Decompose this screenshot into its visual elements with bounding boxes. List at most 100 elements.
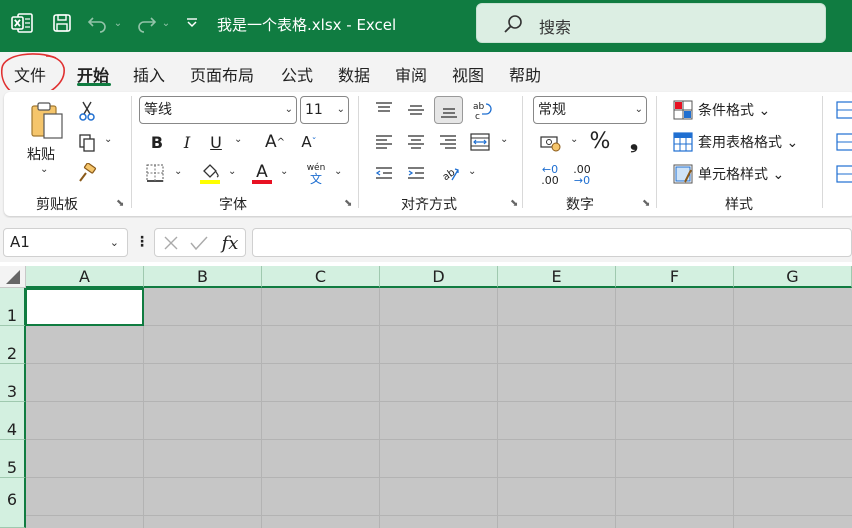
paste-button[interactable]: 粘贴: [27, 144, 55, 164]
confirm-entry-icon[interactable]: [189, 233, 209, 253]
accounting-format-icon[interactable]: [538, 132, 564, 154]
font-name-select[interactable]: 等线 ⌄: [139, 96, 297, 124]
column-header-a[interactable]: A: [26, 266, 144, 288]
font-launcher-icon[interactable]: ⬊: [344, 198, 352, 209]
increase-decimal-icon[interactable]: ←0 .00: [536, 162, 564, 188]
align-left-icon[interactable]: [372, 130, 396, 154]
align-top-icon[interactable]: [372, 98, 396, 122]
alignment-launcher-icon[interactable]: ⬊: [510, 198, 518, 209]
tab-insert[interactable]: 插入: [133, 62, 165, 86]
increase-indent-icon[interactable]: [404, 162, 428, 186]
align-middle-icon[interactable]: [404, 98, 428, 122]
orientation-dropdown-icon[interactable]: ⌄: [468, 166, 476, 177]
align-bottom-icon[interactable]: [434, 96, 463, 124]
tab-file[interactable]: 文件: [14, 62, 46, 86]
formula-buttons: fx: [154, 228, 246, 257]
chevron-down-icon: ⌄: [634, 104, 643, 115]
column-header-g[interactable]: G: [734, 266, 852, 288]
copy-icon[interactable]: [76, 132, 98, 154]
tab-help[interactable]: 帮助: [509, 62, 541, 86]
insert-cells-icon[interactable]: [836, 99, 852, 121]
formula-input[interactable]: [252, 228, 852, 257]
column-header-b[interactable]: B: [144, 266, 262, 288]
format-as-table-icon[interactable]: [672, 131, 694, 153]
delete-cells-icon[interactable]: [836, 131, 852, 153]
format-cells-icon[interactable]: [836, 163, 852, 185]
italic-icon[interactable]: I: [176, 131, 198, 153]
decrease-indent-icon[interactable]: [372, 162, 396, 186]
undo-icon[interactable]: [86, 12, 110, 34]
fill-color-dropdown-icon[interactable]: ⌄: [228, 166, 236, 177]
merge-dropdown-icon[interactable]: ⌄: [500, 134, 508, 145]
column-header-c[interactable]: C: [262, 266, 380, 288]
accounting-dropdown-icon[interactable]: ⌄: [570, 134, 578, 145]
tab-view[interactable]: 视图: [452, 62, 484, 86]
format-as-table-button[interactable]: 套用表格格式 ⌄: [698, 132, 798, 152]
cell-styles-icon[interactable]: [672, 163, 694, 185]
paste-dropdown-icon[interactable]: ⌄: [40, 164, 48, 175]
excel-logo-icon: [10, 12, 34, 34]
row-header-6[interactable]: 6: [0, 478, 26, 528]
search-box[interactable]: 搜索: [476, 3, 826, 43]
wrap-text-icon[interactable]: ab c: [470, 98, 494, 122]
merge-center-icon[interactable]: [468, 130, 492, 154]
column-header-e[interactable]: E: [498, 266, 616, 288]
clipboard-launcher-icon[interactable]: ⬊: [116, 198, 124, 209]
decrease-font-size-icon[interactable]: Aˇ: [296, 131, 322, 153]
column-header-f[interactable]: F: [616, 266, 734, 288]
font-size-select[interactable]: 11 ⌄: [300, 96, 349, 124]
row-header-3[interactable]: 3: [0, 364, 26, 402]
align-right-icon[interactable]: [436, 130, 460, 154]
save-icon[interactable]: [50, 12, 74, 34]
redo-icon[interactable]: [134, 12, 158, 34]
align-center-icon[interactable]: [404, 130, 428, 154]
cancel-entry-icon[interactable]: [161, 233, 181, 253]
tab-review[interactable]: 审阅: [395, 62, 427, 86]
phonetic-dropdown-icon[interactable]: ⌄: [334, 166, 342, 177]
font-color-icon[interactable]: A: [250, 160, 274, 186]
tab-formulas[interactable]: 公式: [281, 62, 313, 86]
number-group-label: 数字: [566, 197, 594, 213]
conditional-formatting-icon[interactable]: [672, 99, 694, 121]
tab-page-layout[interactable]: 页面布局: [190, 62, 254, 86]
cut-icon[interactable]: [76, 100, 98, 122]
row-header-2[interactable]: 2: [0, 326, 26, 364]
borders-icon[interactable]: [144, 162, 166, 184]
customize-toolbar-icon[interactable]: [184, 12, 200, 34]
fill-color-icon[interactable]: [198, 160, 222, 186]
redo-dropdown-icon[interactable]: ⌄: [160, 12, 172, 34]
svg-text:ab: ab: [473, 102, 485, 112]
active-cell-a1[interactable]: [25, 288, 144, 326]
active-tab-indicator: [77, 83, 111, 86]
conditional-formatting-button[interactable]: 条件格式 ⌄: [698, 100, 770, 120]
borders-dropdown-icon[interactable]: ⌄: [174, 166, 182, 177]
cell-styles-button[interactable]: 单元格样式 ⌄: [698, 164, 784, 184]
column-header-d[interactable]: D: [380, 266, 498, 288]
bold-icon[interactable]: B: [146, 131, 168, 153]
underline-dropdown-icon[interactable]: ⌄: [234, 134, 242, 145]
font-color-dropdown-icon[interactable]: ⌄: [280, 166, 288, 177]
select-all-button[interactable]: [0, 266, 26, 288]
styles-group-label: 样式: [725, 197, 753, 213]
row-header-4[interactable]: 4: [0, 402, 26, 440]
paste-icon[interactable]: [28, 100, 66, 140]
more-options-icon[interactable]: ⋮: [135, 230, 149, 254]
insert-function-icon[interactable]: fx: [217, 231, 243, 255]
phonetic-guide-icon[interactable]: wén 文: [304, 160, 328, 188]
number-launcher-icon[interactable]: ⬊: [642, 198, 650, 209]
row-header-1[interactable]: 1: [0, 288, 26, 326]
decrease-decimal-icon[interactable]: .00 →0: [568, 162, 596, 188]
copy-dropdown-icon[interactable]: ⌄: [104, 134, 112, 145]
comma-style-icon[interactable]: ❟: [624, 128, 644, 154]
row-header-5[interactable]: 5: [0, 440, 26, 478]
number-format-select[interactable]: 常规 ⌄: [533, 96, 647, 124]
spreadsheet-grid[interactable]: A B C D E F G 1 2 3 4 5 6: [0, 266, 852, 528]
underline-icon[interactable]: U: [205, 131, 227, 153]
percent-style-icon[interactable]: %: [588, 128, 612, 154]
increase-font-size-icon[interactable]: A ^: [262, 131, 288, 153]
undo-dropdown-icon[interactable]: ⌄: [112, 12, 124, 34]
format-painter-icon[interactable]: [76, 162, 98, 184]
orientation-icon[interactable]: ab: [438, 162, 462, 186]
name-box[interactable]: A1 ⌄: [3, 228, 128, 257]
tab-data[interactable]: 数据: [338, 62, 370, 86]
